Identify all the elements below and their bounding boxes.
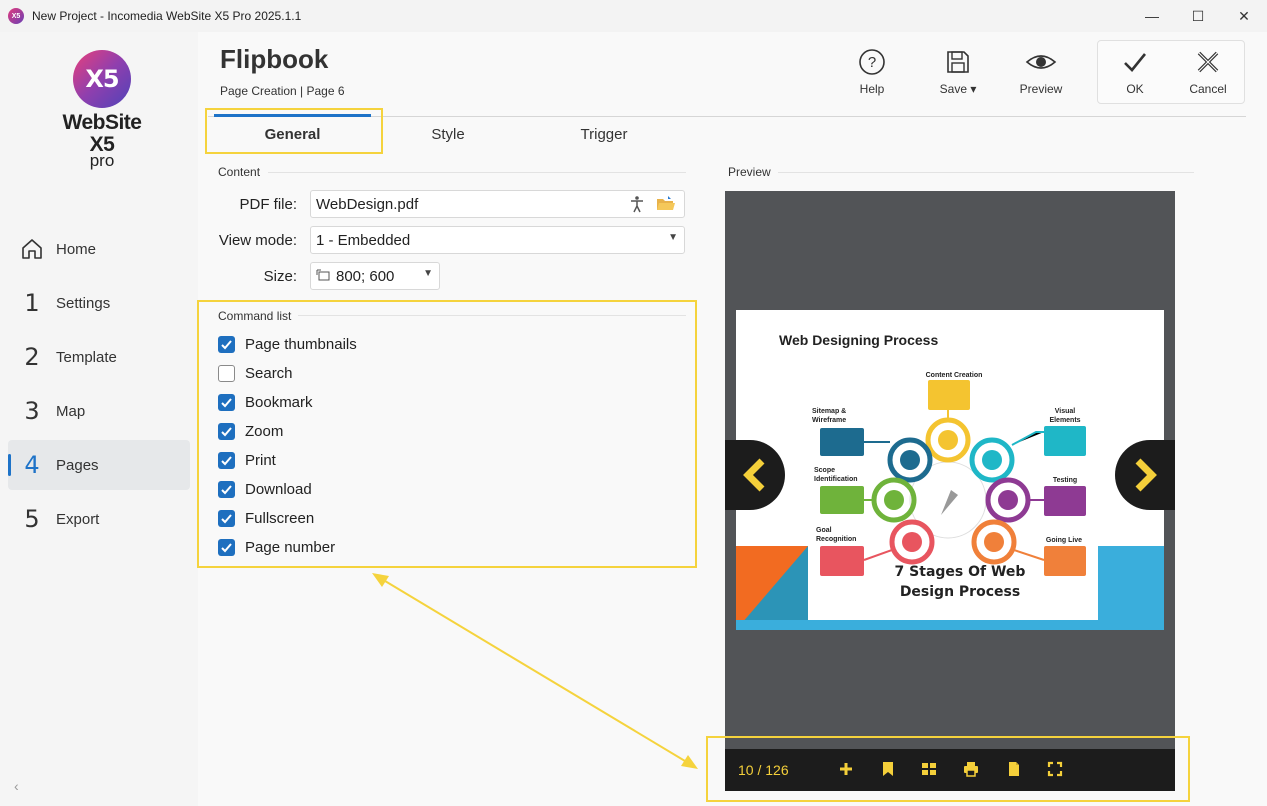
content-section-label: Content [218,165,261,179]
stage-label-live: Going Live [1045,537,1083,544]
sidebar-item-label: Pages [56,456,99,474]
maximize-button[interactable]: ☐ [1175,0,1221,32]
sidebar-item-label: Export [56,510,100,528]
save-icon [947,51,969,73]
help-label: Help [859,82,885,96]
preview-label: Preview [1019,82,1063,96]
cancel-icon [1197,51,1219,73]
tab-style[interactable]: Style [400,126,496,143]
step-number: 3 [24,397,40,425]
sidebar-item-export[interactable]: 5 Export [8,494,190,544]
stage-label-content: Content Creation [925,372,983,379]
close-window-button[interactable]: ✕ [1221,0,1267,32]
checkmark-icon [1124,53,1147,72]
stage-label-testing: Testing [1052,477,1078,484]
accessibility-icon[interactable] [628,195,646,217]
sidebar: X5 WebSite X5 pro Home 1 Settings 2 Temp… [0,32,198,806]
logo-edition: pro [89,151,115,170]
view-mode-label: View mode: [218,232,297,249]
sidebar-item-label: Settings [56,294,111,312]
size-icon [316,268,330,285]
highlight-flipbook-toolbar [706,736,1190,802]
home-icon [8,237,56,261]
help-icon: ? [859,49,885,75]
sidebar-item-pages[interactable]: 4 Pages [8,440,190,490]
sidebar-nav: Home 1 Settings 2 Template 3 Map 4 Pages… [8,224,190,548]
section-divider [778,172,1194,173]
highlight-general-tab [205,108,383,154]
size-select[interactable]: 800; 600 ▼ [310,262,440,290]
step-number: 1 [24,289,40,317]
size-value: 800; 600 [336,267,395,285]
stage-label-goal: Goal Recognition [816,527,857,543]
sidebar-item-label: Home [56,240,97,258]
sidebar-item-map[interactable]: 3 Map [8,386,190,436]
ok-button[interactable]: OK [1120,48,1150,96]
cancel-label: Cancel [1189,82,1227,96]
stage-label-sitemap: Sitemap & Wireframe [812,408,847,424]
window-title: New Project - Incomedia WebSite X5 Pro 2… [32,9,302,23]
minimize-button[interactable]: — [1129,0,1175,32]
chevron-down-icon: ▼ [423,268,433,279]
pdf-file-value: WebDesign.pdf [316,195,419,213]
page-title: Flipbook [220,44,329,74]
view-mode-select[interactable]: 1 - Embedded ▼ [310,226,685,254]
view-mode-value: 1 - Embedded [316,231,411,249]
chevron-down-icon: ▼ [668,232,678,243]
sidebar-item-template[interactable]: 2 Template [8,332,190,382]
logo-mark: X5 [73,50,131,108]
folder-open-icon[interactable] [656,195,676,217]
stage-label-visual: Visual Elements [1049,408,1081,424]
sidebar-item-label: Template [56,348,117,366]
slide-heading: 7 Stages Of Web Design Process [894,564,1026,600]
breadcrumb: Page Creation | Page 6 [220,84,345,98]
step-number: 4 [24,451,40,479]
cancel-button[interactable]: Cancel [1188,48,1228,96]
preview-section-label: Preview [728,165,771,179]
svg-text:?: ? [868,54,876,71]
section-divider [268,172,686,173]
ok-label: OK [1126,82,1144,96]
pdf-file-label: PDF file: [239,196,297,213]
sidebar-item-label: Map [56,402,86,420]
eye-icon [1025,55,1057,69]
highlight-command-list [197,300,697,568]
flipbook-page: Web Designing Process Content Creation S… [736,310,1164,630]
sidebar-item-home[interactable]: Home [8,224,190,274]
pdf-file-field[interactable]: WebDesign.pdf [310,190,685,218]
save-label: Save ▾ [939,82,977,96]
tab-trigger[interactable]: Trigger [556,126,652,143]
save-button[interactable]: Save ▾ [936,48,980,96]
slide-title: Web Designing Process [779,332,939,348]
step-number: 2 [24,343,40,371]
app-icon: X5 [8,8,24,24]
app-logo: X5 WebSite X5 pro [50,50,154,170]
stage-label-scope: Scope Identification [814,467,858,483]
collapse-sidebar-icon[interactable]: ‹ [14,778,19,794]
preview-button[interactable]: Preview [1016,48,1066,96]
chevron-left-icon [743,458,765,492]
sidebar-item-settings[interactable]: 1 Settings [8,278,190,328]
help-button[interactable]: ? Help [856,48,888,96]
logo-name: WebSite X5 [62,111,142,156]
title-bar: X5 New Project - Incomedia WebSite X5 Pr… [0,0,1267,32]
chevron-right-icon [1135,458,1157,492]
step-number: 5 [24,505,40,533]
size-label: Size: [263,268,297,285]
